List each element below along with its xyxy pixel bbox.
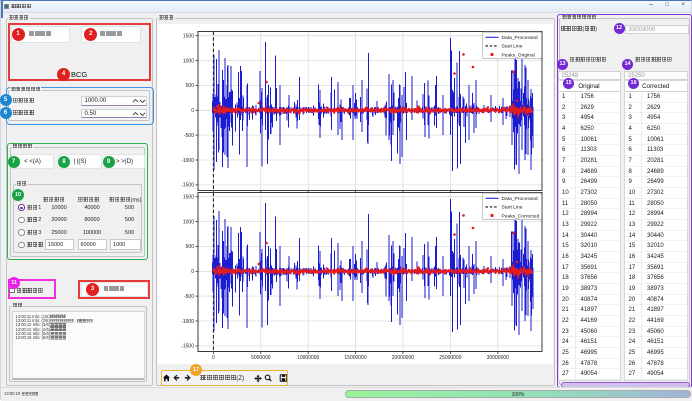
svg-text:-500: -500 (184, 133, 194, 139)
svg-text:1000: 1000 (183, 219, 194, 225)
svg-text:15000000: 15000000 (344, 355, 366, 361)
svg-text:20000000: 20000000 (392, 355, 414, 361)
svg-text:500: 500 (186, 83, 195, 89)
svg-text:1500: 1500 (183, 195, 194, 201)
svg-text:Start Line: Start Line (502, 205, 523, 211)
svg-text:30000000: 30000000 (487, 355, 509, 361)
svg-text:10000000: 10000000 (297, 355, 319, 361)
svg-text:Data_Processed: Data_Processed (502, 35, 538, 41)
svg-text:1000: 1000 (183, 58, 194, 64)
svg-text:-1000: -1000 (181, 319, 194, 325)
svg-text:0: 0 (191, 269, 194, 275)
svg-text:0: 0 (212, 355, 215, 361)
svg-text:-500: -500 (184, 294, 194, 300)
svg-text:Start Line: Start Line (502, 44, 523, 50)
svg-text:Data_Processed: Data_Processed (502, 196, 538, 202)
svg-text:-1500: -1500 (181, 344, 194, 350)
svg-text:-1500: -1500 (181, 183, 194, 189)
svg-text:Peaks_Original: Peaks_Original (502, 52, 535, 58)
svg-text:Peaks_Corrected: Peaks_Corrected (502, 213, 540, 219)
svg-text:25000000: 25000000 (439, 355, 461, 361)
svg-text:0: 0 (191, 108, 194, 114)
svg-text:500: 500 (186, 244, 195, 250)
svg-text:-1000: -1000 (181, 158, 194, 164)
svg-text:1500: 1500 (183, 34, 194, 40)
svg-text:5000000: 5000000 (251, 355, 271, 361)
